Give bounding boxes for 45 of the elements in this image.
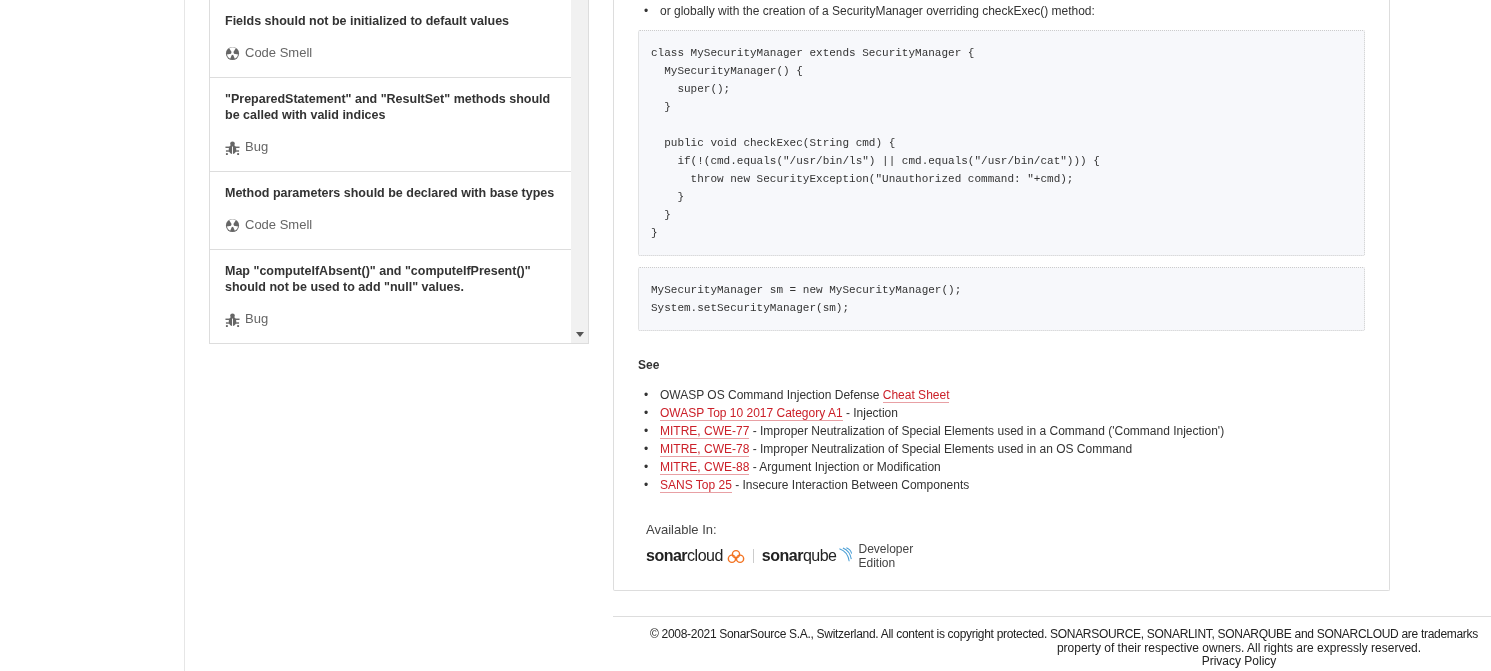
rule-title: Fields should not be initialized to default values: [225, 13, 511, 29]
product-logo[interactable]: sonarqube: [761, 547, 852, 565]
reference-text: OWASP Top 10 2017 Category A1 - Injection: [660, 405, 898, 422]
rule-title: Map "computeIfAbsent()" and "computeIfPresent()" should not be used to add "null" values.: [225, 263, 532, 295]
bug-icon: [225, 139, 240, 155]
reference-link[interactable]: MITRE, CWE-77: [660, 424, 750, 439]
rule-item[interactable]: Fields should not be initialized to default values Code Smell: [210, 0, 571, 77]
code-text: MySecurityManager sm = new MySecurityManager(); System.setSecurityManager(sm);: [651, 283, 963, 316]
copyright-text: © 2008-2021 SonarSource S.A., Switzerland. All content is copyright protected. SONARSOURCE, SONARLINT, SONARQUBE and SONARCLOUD are trademarks: [649, 627, 1479, 641]
rule-title: Method parameters should be declared with base types: [225, 185, 556, 201]
rule-title: "PreparedStatement" and "ResultSet" methods should be called with valid indices: [225, 91, 552, 123]
description-text: or globally with the creation of a SecurityManager overriding checkExec() method:: [660, 3, 1095, 20]
bullet: •: [643, 477, 650, 494]
product-logo[interactable]: sonarcloud: [646, 547, 745, 565]
bullet: •: [643, 459, 650, 476]
reference-link[interactable]: Cheat Sheet: [882, 388, 950, 403]
reference-text: SANS Top 25 - Insecure Interaction Between Components: [660, 477, 970, 494]
rule-type: Code Smell: [245, 217, 313, 233]
bullet: •: [643, 423, 650, 440]
available-in-label: Available In:: [645, 522, 718, 538]
bullet: •: [643, 441, 650, 458]
reference-text: MITRE, CWE-78 - Improper Neutralization of Special Elements used in an OS Command: [660, 441, 1133, 458]
bullet: •: [643, 405, 650, 422]
reference-text: MITRE, CWE-77 - Improper Neutralization of Special Elements used in a Command ('Command Injection'): [660, 423, 1225, 440]
privacy-policy-link[interactable]: Privacy Policy: [1201, 655, 1277, 668]
reference-text: MITRE, CWE-88 - Argument Injection or Modification: [660, 459, 941, 476]
code-text: class MySecurityManager extends SecurityManager { MySecurityManager() { super(); } public void checkExec(String cmd) { if(!(cmd.equals("/usr/bin/ls") || cmd.equals("/usr/bin/cat"))) { throw new SecurityException("Unauthorized command: "+cmd); } } }: [651, 46, 1101, 241]
rule-type: Bug: [245, 311, 269, 327]
reference-text: OWASP OS Command Injection Defense Cheat Sheet: [660, 387, 950, 404]
radiation-icon: [225, 45, 240, 61]
reference-link[interactable]: MITRE, CWE-88: [660, 460, 750, 475]
bullet: •: [643, 387, 650, 404]
rule-type: Code Smell: [245, 45, 313, 61]
section-heading: See: [638, 357, 661, 373]
scrollbar[interactable]: [571, 0, 588, 343]
scroll-down-icon[interactable]: [575, 332, 584, 337]
bug-icon: [225, 311, 240, 327]
reference-link[interactable]: SANS Top 25: [660, 478, 732, 493]
radiation-icon: [225, 217, 240, 233]
reference-link[interactable]: MITRE, CWE-78: [660, 442, 750, 457]
bullet: •: [643, 3, 650, 20]
edition-label: Developer Edition: [858, 542, 915, 570]
reference-link[interactable]: OWASP Top 10 2017 Category A1: [660, 406, 843, 421]
rule-type: Bug: [245, 139, 269, 155]
copyright-text: property of their respective owners. All rights are expressly reserved.: [1056, 641, 1422, 655]
